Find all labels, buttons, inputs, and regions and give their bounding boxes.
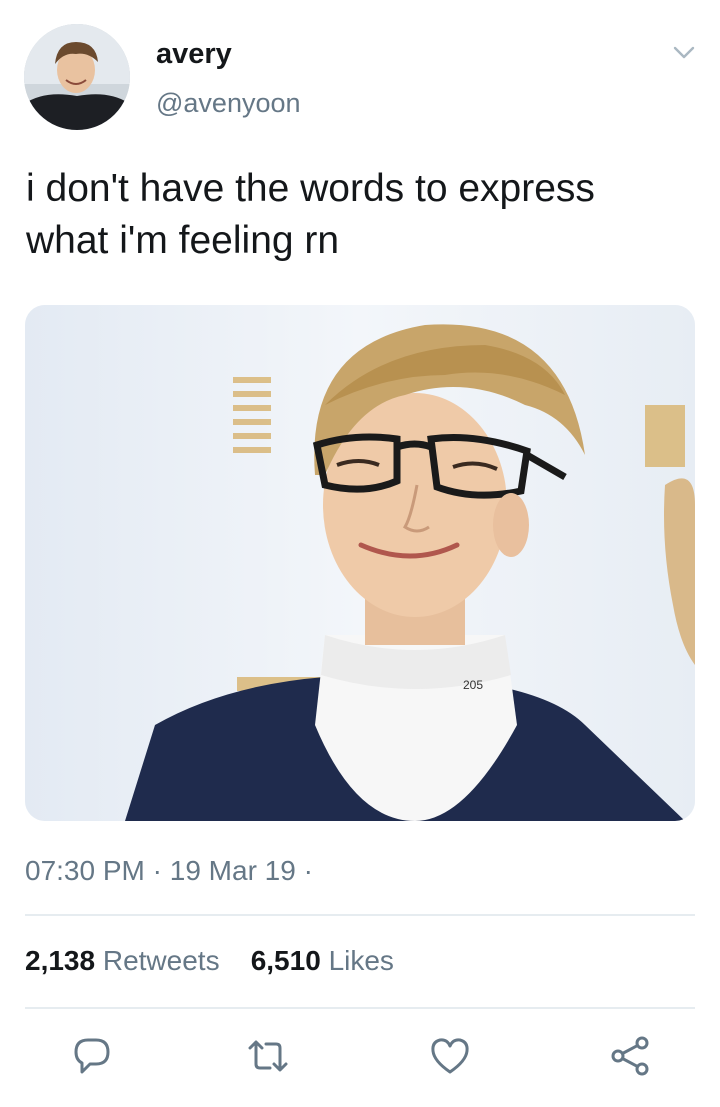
tweet-time: 07:30 PM [25,855,145,886]
retweet-icon[interactable] [246,1034,290,1078]
collar-text: 205 [463,678,483,692]
author-name[interactable]: avery [156,38,232,71]
reply-icon[interactable] [70,1034,114,1078]
chevron-down-icon[interactable] [668,36,700,68]
author-handle: @avenyoon [156,88,301,118]
likes-stat[interactable]: 6,510 Likes [251,945,394,976]
separator: · [303,855,313,886]
divider [25,1007,695,1009]
tweet-text-line: what i'm feeling rn [26,219,340,262]
tweet-text-line: i don't have the words to express [26,167,595,210]
retweets-label: Retweets [102,945,220,976]
tweet-timestamp[interactable]: 07:30 PM · 19 Mar 19 · [25,855,313,887]
retweets-stat[interactable]: 2,138 Retweets [25,945,227,976]
likes-count: 6,510 [250,945,321,976]
heart-icon[interactable] [428,1034,472,1078]
tweet-text: i don't have the words to express what i… [26,163,696,267]
divider [25,914,695,916]
separator: · [152,855,162,886]
tweet-stats: 2,138 Retweets 6,510 Likes [25,945,394,977]
likes-label: Likes [328,945,394,976]
author-avatar[interactable] [24,24,130,130]
retweets-count: 2,138 [25,945,96,976]
tweet-date: 19 Mar 19 [169,855,296,886]
tweet-photo[interactable]: 205 [25,305,695,821]
share-icon[interactable] [608,1034,652,1078]
